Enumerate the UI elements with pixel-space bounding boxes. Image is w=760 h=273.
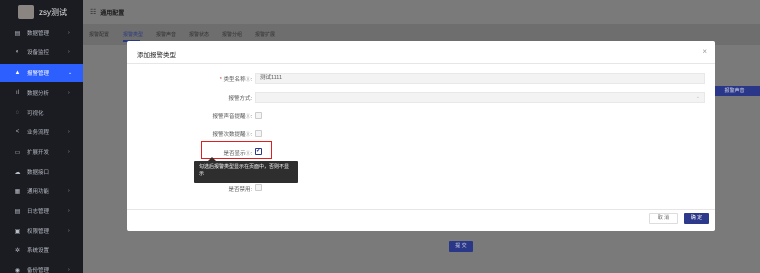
close-icon[interactable]: × xyxy=(702,47,707,56)
sidebar-item-label: 数据分析 xyxy=(27,91,50,97)
divider xyxy=(127,63,715,64)
sidebar-item[interactable]: ◌ 可视化 xyxy=(0,104,83,122)
tab-alarm-config[interactable]: 报警配置 xyxy=(89,31,109,38)
sidebar-item[interactable]: ıl 数据分析 › xyxy=(0,84,83,102)
gear-icon: ✲ xyxy=(14,247,21,254)
add-alarm-type-dialog: 添加报警类型 × * 类型名称⓪: 测试1111 报警方式: ⌄ 报警声音提醒⓪… xyxy=(127,41,715,231)
sidebar-item-label: 可视化 xyxy=(27,111,44,117)
sidebar-item-label: 系统设置 xyxy=(27,248,50,254)
chevron-icon: › xyxy=(68,90,70,96)
cloud-icon: ☁ xyxy=(14,169,21,176)
sidebar-item[interactable]: ▲ 报警管理 ⌄ xyxy=(0,64,83,82)
chevron-icon: › xyxy=(68,208,70,214)
sidebar-item-label: 扩展开发 xyxy=(27,150,50,156)
sound-reminder-label: 报警声音提醒⓪: xyxy=(212,114,252,120)
share-icon: < xyxy=(15,129,20,135)
sidebar-item-label: 日志管理 xyxy=(27,209,50,215)
chevron-icon: ⌄ xyxy=(68,70,73,76)
type-name-input[interactable]: 测试1111 xyxy=(255,73,705,84)
chevron-icon: › xyxy=(68,267,70,273)
sidebar-item-label: 设备监控 xyxy=(27,50,50,56)
sidebar-item-label: 权限管理 xyxy=(27,229,50,235)
bar-chart-icon: ıl xyxy=(16,90,19,96)
eye-icon: ◌ xyxy=(15,110,20,116)
alarm-method-label: 报警方式: xyxy=(228,96,252,102)
sidebar-item[interactable]: ▤ 数据管理 › xyxy=(0,24,83,42)
avatar xyxy=(18,5,34,19)
sidebar-item-label: 报警管理 xyxy=(27,71,50,77)
tab-alarm-status[interactable]: 报警状态 xyxy=(189,31,209,38)
show-tooltip: 勾选后报警类型显示在页面中，否则不显示 xyxy=(194,161,298,183)
backup-icon: ◉ xyxy=(14,267,21,273)
chevron-icon: › xyxy=(68,149,70,155)
chevron-icon: › xyxy=(68,49,70,55)
tab-alarm-type[interactable]: 报警类型 xyxy=(123,31,143,38)
submit-button[interactable]: 提 交 xyxy=(449,241,473,252)
brand-name: zsy测试 xyxy=(39,7,67,17)
confirm-button[interactable]: 确 定 xyxy=(684,213,709,224)
sidebar-item-label: 数据接口 xyxy=(27,170,50,176)
code-icon: ▭ xyxy=(14,149,21,156)
alarm-sound-button[interactable]: 报警声音 xyxy=(709,86,760,96)
chevron-icon: › xyxy=(68,188,70,194)
tab-alarm-extension[interactable]: 报警扩展 xyxy=(255,31,275,38)
sidebar-item[interactable]: ▣ 权限管理 › xyxy=(0,222,83,240)
database-icon: ▤ xyxy=(14,30,21,37)
footer-divider xyxy=(127,209,715,210)
tab-alarm-group[interactable]: 报警分组 xyxy=(222,31,242,38)
brand[interactable]: zsy测试 xyxy=(0,0,83,24)
sidebar-item[interactable]: ▦ 通用功能 › xyxy=(0,182,83,200)
settings-icon: ☷ xyxy=(90,9,97,16)
chevron-icon: › xyxy=(68,129,70,135)
sidebar-item[interactable]: < 业务流程 › xyxy=(0,123,83,141)
grid-icon: ▦ xyxy=(14,188,21,195)
sidebar-item-label: 备份管理 xyxy=(27,268,50,273)
disabled-checkbox[interactable] xyxy=(255,184,262,191)
sound-reminder-checkbox[interactable] xyxy=(255,112,262,119)
chevron-down-icon: ⌄ xyxy=(695,94,700,100)
count-reminder-label: 报警次数提醒⓪: xyxy=(212,132,252,138)
dialog-title: 添加报警类型 xyxy=(137,52,176,59)
sidebar: zsy测试 ▤ 数据管理 › ◐ 设备监控 › ▲ 报警管理 ⌄ ıl 数据分析 › ◌ 可视化 < 业务流程… xyxy=(0,0,83,273)
sidebar-item[interactable]: ▭ 扩展开发 › xyxy=(0,143,83,161)
sidebar-item[interactable]: ◉ 备份管理 › xyxy=(0,261,83,273)
chevron-icon: › xyxy=(68,228,70,234)
alarm-method-select[interactable]: ⌄ xyxy=(255,92,705,103)
top-header: ☷ 通用配置 xyxy=(83,0,760,24)
sidebar-item-label: 通用功能 xyxy=(27,189,50,195)
page-title: 通用配置 xyxy=(100,10,125,17)
sidebar-item[interactable]: ◐ 设备监控 › xyxy=(0,43,83,61)
bell-icon: ▲ xyxy=(14,70,21,76)
log-icon: ▤ xyxy=(14,208,21,215)
sidebar-item[interactable]: ▤ 日志管理 › xyxy=(0,202,83,220)
type-name-label: * 类型名称⓪: xyxy=(219,77,252,83)
sidebar-item-label: 业务流程 xyxy=(27,130,50,136)
monitor-icon: ◐ xyxy=(15,49,20,55)
chevron-icon: › xyxy=(68,30,70,36)
count-reminder-checkbox[interactable] xyxy=(255,130,262,137)
tab-alarm-sound[interactable]: 报警声音 xyxy=(156,31,176,38)
cancel-button[interactable]: 取 消 xyxy=(649,213,678,224)
disabled-label: 是否禁用: xyxy=(228,187,252,193)
lock-icon: ▣ xyxy=(14,228,21,235)
sidebar-item[interactable]: ✲ 系统设置 xyxy=(0,241,83,259)
sidebar-item[interactable]: ☁ 数据接口 xyxy=(0,163,83,181)
sidebar-item-label: 数据管理 xyxy=(27,31,50,37)
